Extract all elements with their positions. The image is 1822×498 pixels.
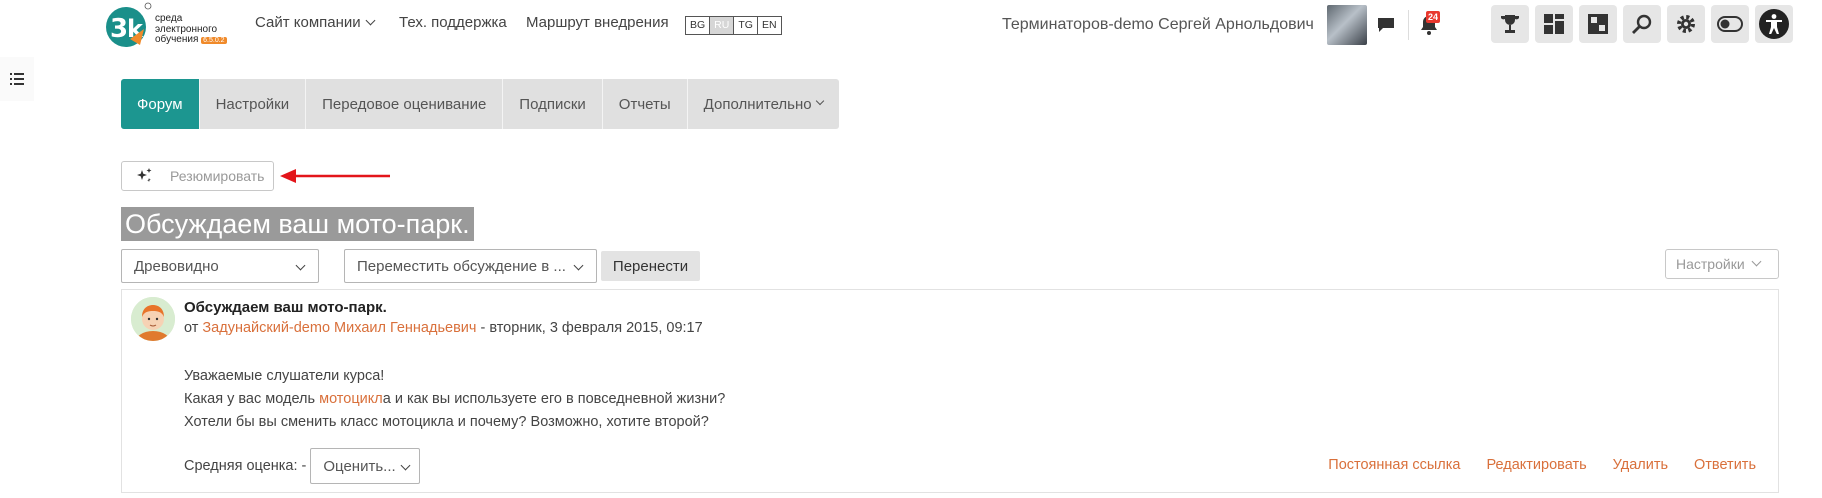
nav-tech-support[interactable]: Тех. поддержка (399, 14, 507, 31)
nav-company-site[interactable]: Сайт компании (255, 14, 376, 31)
settings-gear-button[interactable] (1667, 5, 1705, 43)
delete-link[interactable]: Удалить (1613, 457, 1668, 473)
trophy-button[interactable] (1491, 5, 1529, 43)
dashboard-button[interactable] (1535, 5, 1573, 43)
accessibility-icon (1759, 9, 1789, 39)
page-title: Обсуждаем ваш мото-парк. (121, 207, 474, 241)
grid-icon (1588, 14, 1608, 34)
chevron-down-icon (400, 460, 411, 471)
forum-post: Обсуждаем ваш мото-парк. от Задунайский-… (121, 289, 1779, 493)
tab-reports[interactable]: Отчеты (603, 79, 688, 129)
theme-toggle-button[interactable] (1711, 5, 1749, 43)
sparkle-icon (137, 168, 152, 182)
post-date: - вторник, 3 февраля 2015, 09:17 (476, 320, 703, 336)
annotation-arrow (280, 169, 390, 183)
move-discussion-select[interactable]: Переместить обсуждение в ... (344, 249, 597, 283)
lang-en[interactable]: EN (758, 17, 781, 34)
chevron-down-icon (573, 260, 584, 271)
chat-icon[interactable] (1376, 15, 1396, 35)
display-mode-select[interactable]: Древовидно (121, 249, 319, 283)
accessibility-button[interactable] (1755, 5, 1793, 43)
post-body: Уважаемые слушатели курса! Какая у вас м… (184, 368, 726, 430)
chevron-down-icon (295, 260, 306, 271)
forum-tabs: Форум Настройки Передовое оценивание Под… (121, 79, 839, 129)
edit-link[interactable]: Редактировать (1486, 457, 1586, 473)
version-badge: 6.5.0.2 (201, 37, 227, 44)
author-avatar-image (131, 297, 175, 341)
logo-mark-icon: 3 k (106, 2, 152, 47)
discussion-settings-button[interactable]: Настройки (1665, 249, 1779, 279)
chevron-down-icon (1751, 256, 1762, 266)
search-button[interactable] (1623, 5, 1661, 43)
post-subject: Обсуждаем ваш мото-парк. (184, 299, 387, 316)
chevron-down-icon (815, 96, 824, 106)
drawer-toggle[interactable] (0, 57, 34, 101)
summarize-button[interactable]: Резюмировать (121, 161, 274, 191)
svg-text:3: 3 (110, 14, 128, 44)
dashboard-icon (1544, 14, 1564, 34)
lang-bg[interactable]: BG (686, 17, 711, 34)
divider (1408, 10, 1409, 40)
notification-badge: 24 (1426, 11, 1441, 23)
grid-button[interactable] (1579, 5, 1617, 43)
lang-ru[interactable]: RU (710, 17, 735, 34)
top-navbar: 3 k среда электронного обучения 6.5.0.2 … (0, 0, 1822, 50)
tab-advanced-grading[interactable]: Передовое оценивание (306, 79, 504, 129)
tab-subscriptions[interactable]: Подписки (503, 79, 603, 129)
nav-implementation-route[interactable]: Маршрут внедрения (526, 14, 669, 31)
author-avatar[interactable] (131, 297, 175, 341)
rating-row: Средняя оценка: - Оценить... (184, 448, 421, 484)
tab-more[interactable]: Дополнительно (688, 79, 839, 129)
toggle-icon (1717, 16, 1743, 32)
post-actions: Постоянная ссылка Редактировать Удалить … (1328, 457, 1756, 473)
post-meta: от Задунайский-demo Михаил Геннадьевич -… (184, 320, 703, 336)
tab-settings[interactable]: Настройки (200, 79, 307, 129)
logo-text: среда электронного обучения 6.5.0.2 (155, 13, 227, 45)
trophy-icon (1501, 15, 1519, 33)
chevron-down-icon (365, 15, 376, 26)
move-button[interactable]: Перенести (601, 251, 700, 281)
user-avatar[interactable] (1327, 5, 1367, 45)
author-link[interactable]: Задунайский-demo Михаил Геннадьевич (202, 320, 476, 336)
gear-icon (1677, 15, 1695, 33)
user-name[interactable]: Терминаторов-demo Сергей Арнольдович (1002, 16, 1314, 34)
list-icon (10, 73, 24, 85)
reply-link[interactable]: Ответить (1694, 457, 1756, 473)
lang-tg[interactable]: TG (734, 17, 758, 34)
site-logo[interactable]: 3 k среда электронного обучения 6.5.0.2 (104, 1, 244, 49)
search-icon (1632, 14, 1652, 34)
rating-label: Средняя оценка: - (184, 458, 307, 474)
permalink-link[interactable]: Постоянная ссылка (1328, 457, 1460, 473)
language-switcher: BG RU TG EN (685, 16, 782, 35)
tab-forum[interactable]: Форум (121, 79, 200, 129)
rate-select[interactable]: Оценить... (310, 448, 421, 484)
glossary-link[interactable]: мотоцикл (319, 391, 383, 407)
